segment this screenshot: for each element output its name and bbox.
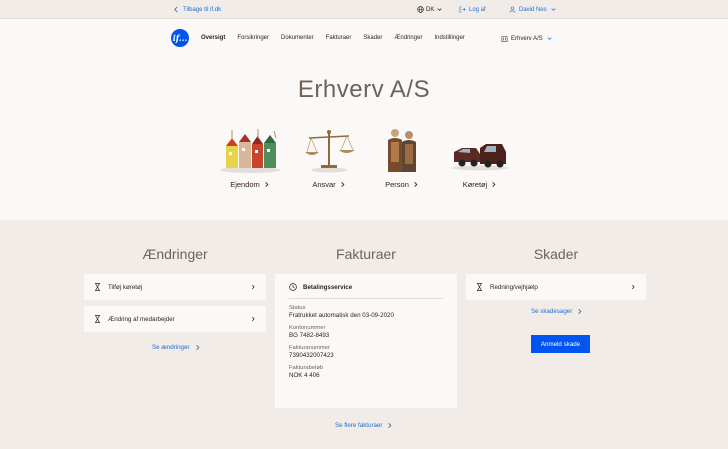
invoice-number-label: Fakturanummer xyxy=(289,345,330,351)
see-more-invoices-label: Se flere fakturaer xyxy=(335,422,383,429)
category-label: Ejendom xyxy=(210,180,290,189)
chevron-right-icon xyxy=(578,309,582,314)
chevron-down-icon xyxy=(437,8,442,11)
chevron-right-icon xyxy=(414,182,418,187)
nav-item-oversigt[interactable]: Oversigt xyxy=(201,35,225,41)
status-label: Status xyxy=(289,305,306,311)
category-koeretoej[interactable]: Køretøj xyxy=(440,126,520,189)
main-nav: if... Oversigt Forsikringer Dokumenter F… xyxy=(0,19,728,59)
status-value: Fratrukket automatisk den 03-09-2020 xyxy=(289,312,394,319)
top-bar: Tilbage til if.dk DK Log af David Nes xyxy=(0,0,728,19)
claim-roadside-label: Redning/vejhjælp xyxy=(490,283,538,291)
change-add-vehicle[interactable]: Tilføj køretøj xyxy=(84,274,266,300)
nav-item-skader[interactable]: Skader xyxy=(363,35,382,41)
category-label: Ansvar xyxy=(289,180,369,189)
nav-item-forsikringer[interactable]: Forsikringer xyxy=(237,35,269,41)
chevron-right-icon xyxy=(265,182,269,187)
hourglass-icon xyxy=(476,283,484,291)
category-person[interactable]: Person xyxy=(362,126,442,189)
logout-link[interactable]: Log af xyxy=(459,6,486,13)
people-illustration xyxy=(382,126,422,174)
chevron-right-icon xyxy=(195,345,199,350)
changes-title: Ændringer xyxy=(142,246,208,262)
nav-item-fakturaer[interactable]: Fakturaer xyxy=(326,35,352,41)
invoice-number-value: 7390432007423 xyxy=(289,352,334,359)
logout-label: Log af xyxy=(469,6,486,13)
see-claims-link[interactable]: Se skadesager xyxy=(531,308,583,315)
chevron-down-icon xyxy=(547,37,552,40)
user-name: David Nes xyxy=(519,6,547,13)
invoice-card-header: Betalingsservice xyxy=(289,283,443,299)
chevron-right-icon xyxy=(388,423,392,428)
category-ansvar-label: Ansvar xyxy=(312,180,336,189)
company-selector[interactable]: Erhverv A/S xyxy=(501,35,553,42)
page-title: Erhverv A/S xyxy=(297,76,431,103)
chevron-right-icon xyxy=(251,316,255,322)
user-icon xyxy=(509,6,516,13)
category-person-label: Person xyxy=(385,180,409,189)
user-menu[interactable]: David Nes xyxy=(509,6,557,13)
nav-item-aendringer[interactable]: Ændringer xyxy=(394,35,422,41)
see-changes-label: Se ændringer xyxy=(152,344,190,351)
hourglass-icon xyxy=(94,283,102,291)
back-link-label: Tilbage til if.dk xyxy=(183,6,222,13)
category-ansvar[interactable]: Ansvar xyxy=(289,126,369,189)
nav-menu: Oversigt Forsikringer Dokumenter Faktura… xyxy=(201,35,477,41)
chevron-right-icon xyxy=(492,182,496,187)
category-koeretoej-label: Køretøj xyxy=(462,180,488,189)
language-label: DK xyxy=(426,6,435,13)
chevron-right-icon xyxy=(251,284,255,290)
hourglass-icon xyxy=(94,315,102,323)
change-employee-label: Ændring af medarbejder xyxy=(108,315,175,323)
chevron-down-icon xyxy=(551,8,556,11)
invoice-amount-label: Fakturabeløb xyxy=(289,365,324,371)
globe-icon xyxy=(417,6,424,13)
if-logo[interactable]: if... xyxy=(171,29,189,47)
claims-title: Skader xyxy=(533,246,579,262)
scales-illustration xyxy=(301,126,357,174)
company-name: Erhverv A/S xyxy=(511,35,543,42)
change-employee[interactable]: Ændring af medarbejder xyxy=(84,306,266,332)
category-ejendom-label: Ejendom xyxy=(230,180,260,189)
chevron-right-icon xyxy=(340,182,345,187)
clock-icon xyxy=(289,283,297,291)
logo-text: if... xyxy=(172,33,188,43)
property-illustration xyxy=(218,126,282,174)
chevron-right-icon xyxy=(631,284,635,290)
back-link[interactable]: Tilbage til if.dk xyxy=(173,6,221,13)
see-more-invoices-link[interactable]: Se flere fakturaer xyxy=(335,422,393,429)
account-value: BG 7482-8493 xyxy=(289,332,330,339)
building-icon xyxy=(501,36,508,42)
language-selector[interactable]: DK xyxy=(417,6,443,13)
category-ejendom[interactable]: Ejendom xyxy=(210,126,290,189)
vehicle-illustration xyxy=(450,126,510,174)
see-claims-label: Se skadesager xyxy=(531,308,573,315)
category-label: Person xyxy=(362,180,442,189)
category-label: Køretøj xyxy=(440,180,520,189)
nav-item-indstillinger[interactable]: Indstillinger xyxy=(434,35,464,41)
logout-icon xyxy=(459,6,466,13)
account-label: Kontonummer xyxy=(289,325,326,331)
claim-roadside[interactable]: Redning/vejhjælp xyxy=(466,274,646,300)
invoice-card: Betalingsservice Status Fratrukket autom… xyxy=(275,274,457,408)
see-changes-link[interactable]: Se ændringer xyxy=(152,344,201,351)
report-claim-button[interactable]: Anmeld skade xyxy=(531,335,590,353)
nav-item-dokumenter[interactable]: Dokumenter xyxy=(281,35,314,41)
chevron-left-icon xyxy=(174,6,178,13)
invoice-amount-value: NOK 4 406 xyxy=(289,372,320,379)
invoices-title: Fakturaer xyxy=(336,246,396,262)
change-add-vehicle-label: Tilføj køretøj xyxy=(108,283,143,291)
invoice-card-title: Betalingsservice xyxy=(303,283,353,291)
